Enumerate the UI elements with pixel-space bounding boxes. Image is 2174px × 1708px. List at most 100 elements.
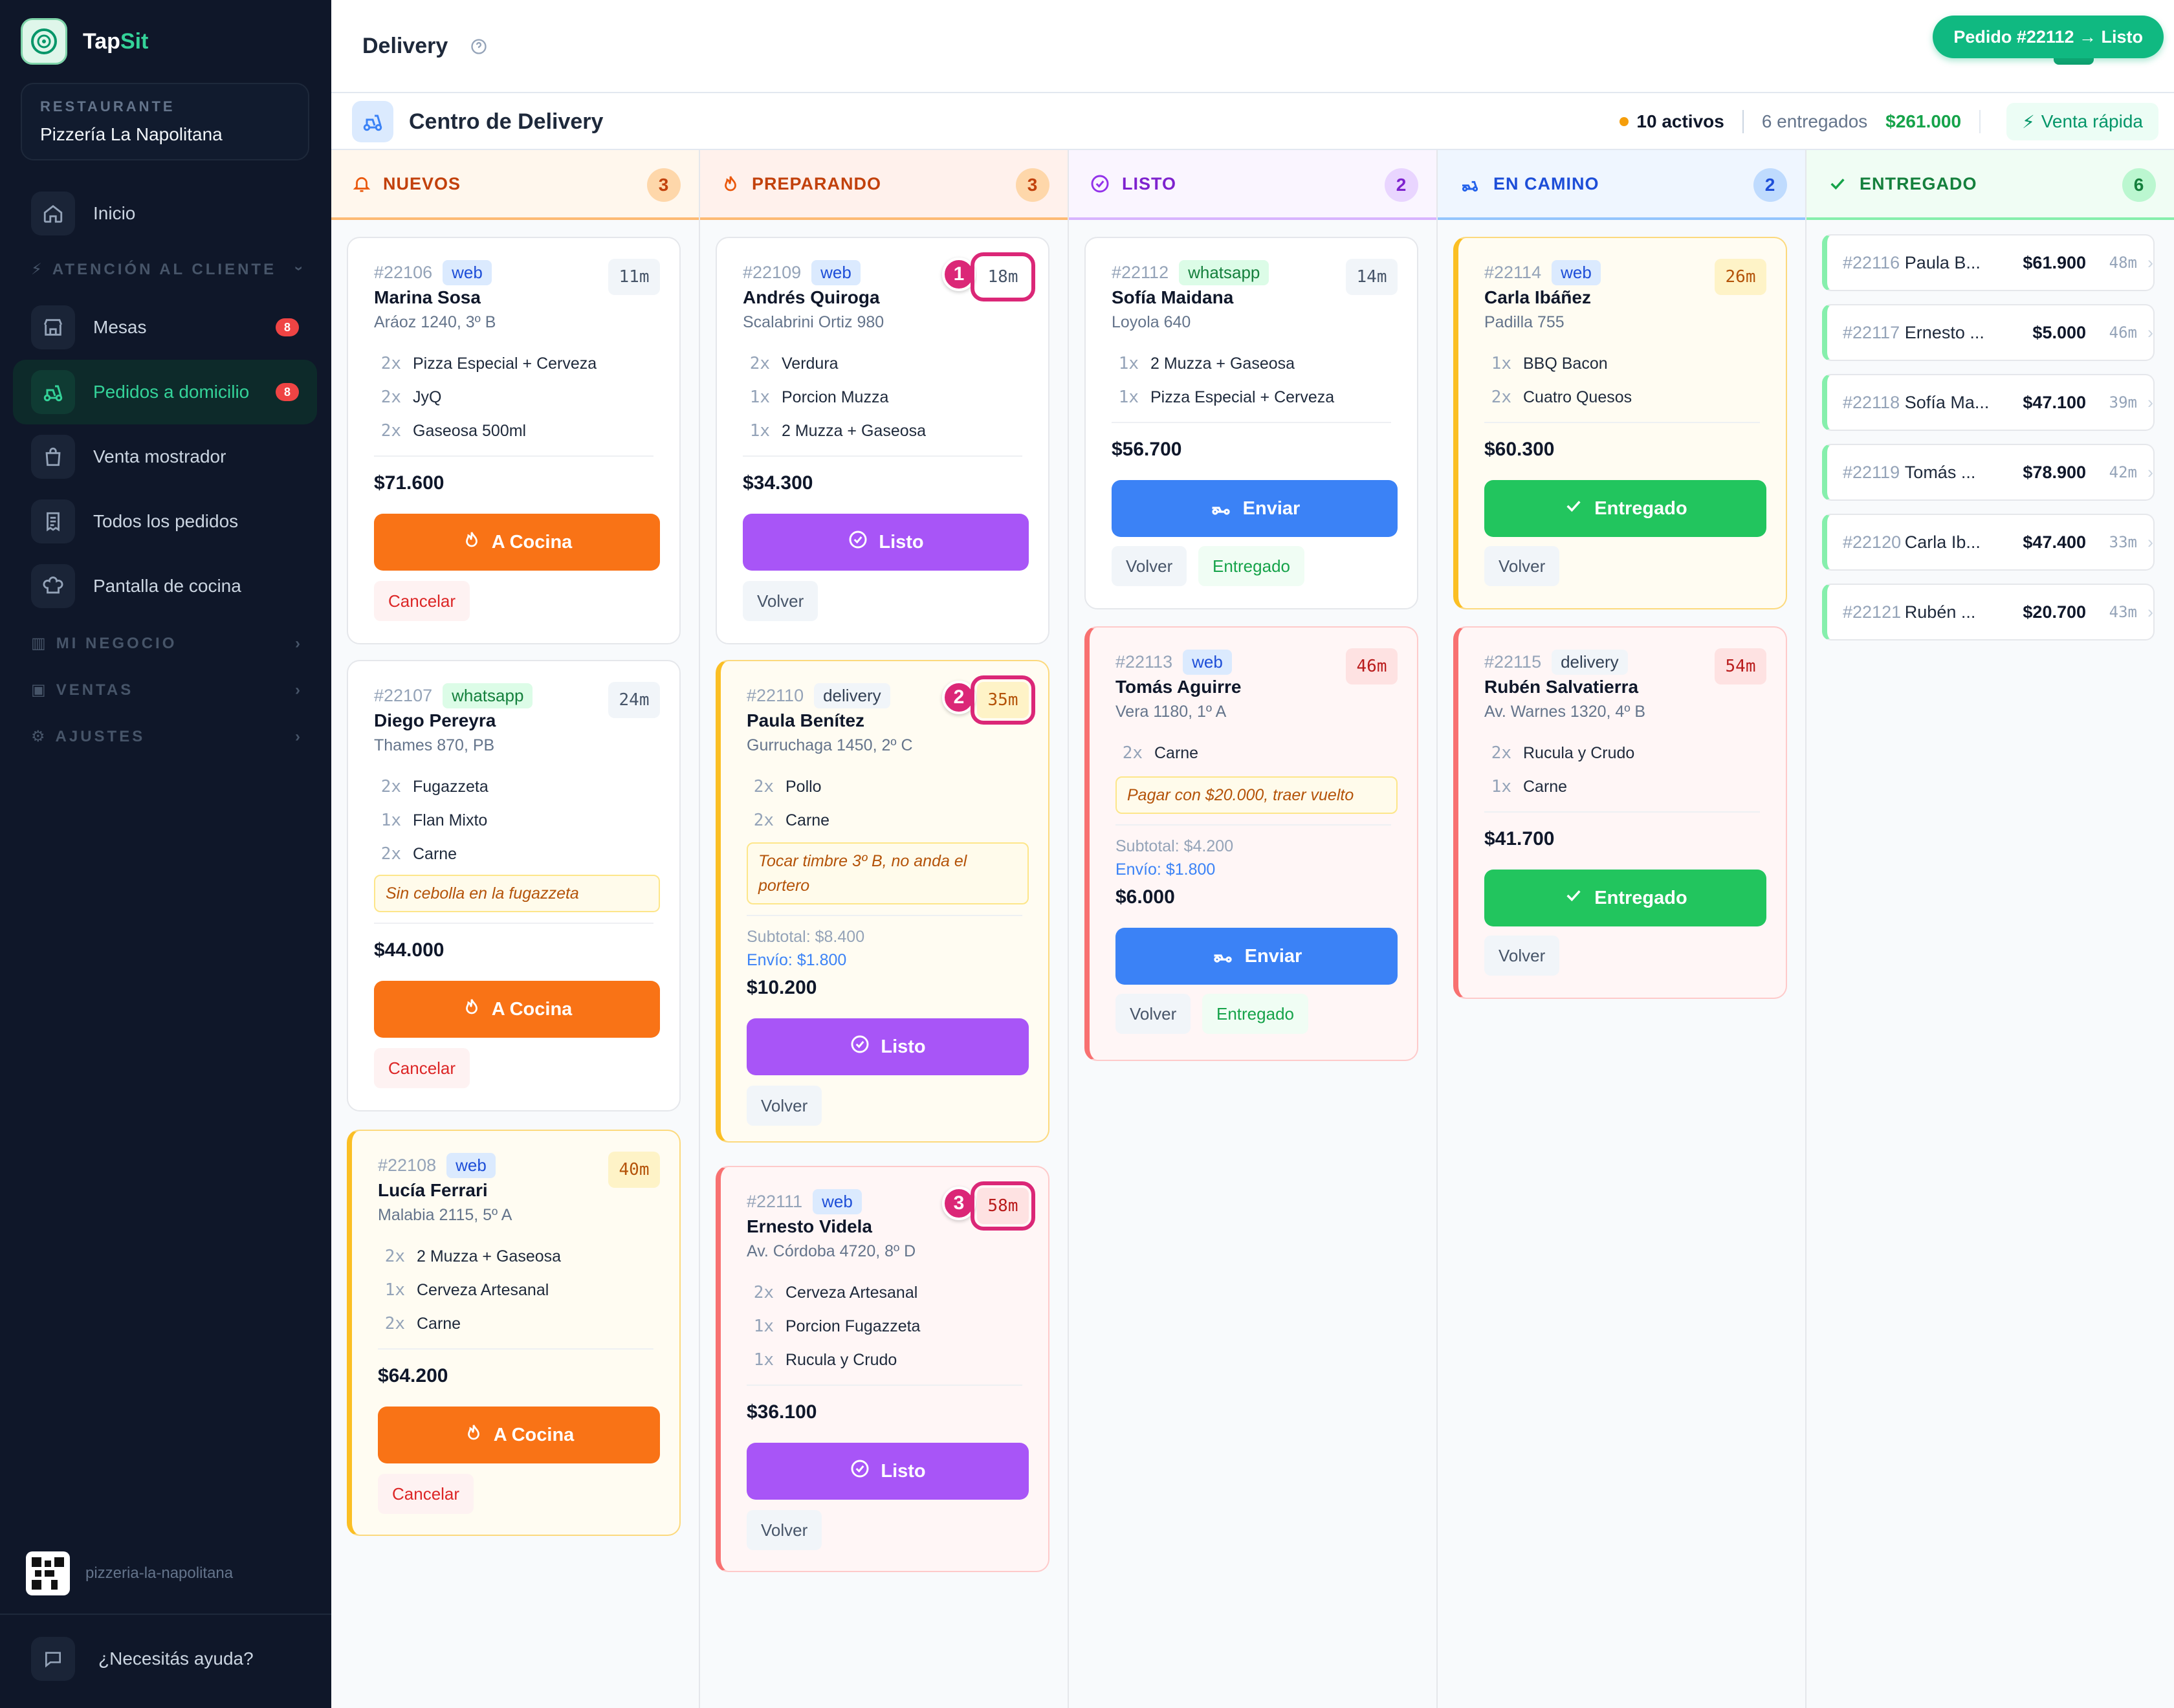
order-item: 1x Flan Mixto [374,804,653,837]
help-button[interactable]: ¿Necesitás ayuda? [31,1637,254,1681]
order-card-22115[interactable]: #22115 delivery 54m Rubén Salvatierra Av.… [1453,626,1787,999]
brand[interactable]: TapSit [21,18,148,65]
delivered-row[interactable]: #22118 Sofía Ma... $47.100 39m › [1822,374,2155,431]
elapsed-time: 26m [1715,259,1766,295]
delivered-button[interactable]: Entregado [1202,994,1308,1034]
order-card-22112[interactable]: #22112 whatsapp 14m Sofía Maidana Loyola … [1084,237,1418,609]
send-button[interactable]: Enviar [1112,480,1398,537]
section-mi-negocio[interactable]: ▥ MI NEGOCIO › [31,634,303,653]
order-item: 2x Cerveza Artesanal [747,1276,1022,1309]
elapsed-time: 18m [971,252,1035,301]
order-item: 2x Rucula y Crudo [1484,736,1760,770]
delivered-button[interactable]: Entregado [1484,870,1766,926]
to-kitchen-button[interactable]: A Cocina [374,514,660,571]
button-label: A Cocina [491,531,573,553]
order-items: 2x Fugazzeta 1x Flan Mixto 2x Carne [374,770,653,871]
cancel-button[interactable]: Cancelar [378,1474,474,1514]
item-qty: 1x [749,388,770,407]
delivered-button[interactable]: Entregado [1484,480,1766,537]
back-button[interactable]: Volver [747,1510,822,1550]
back-button[interactable]: Volver [743,581,818,621]
column-count: 2 [1385,168,1418,202]
order-id: #22117 [1843,322,1900,342]
cancel-button[interactable]: Cancelar [374,1048,470,1088]
cancel-button[interactable]: Cancelar [374,581,470,621]
delivered-row[interactable]: #22116 Paula B... $61.900 48m › [1822,234,2155,291]
customer-name: Sofía Ma... [1904,392,1990,412]
column-count: 2 [1753,168,1787,202]
back-button[interactable]: Volver [1112,546,1187,586]
column-entregado: ENTREGADO 6 #22116 Paula B... $61.900 48m › … [1806,150,2174,1708]
item-name: Carne [417,1314,461,1333]
to-kitchen-button[interactable]: A Cocina [374,981,660,1038]
nav-pedidos-domicilio[interactable]: Pedidos a domicilio 8 [13,360,317,424]
order-item: 1x Porcion Fugazzeta [747,1309,1022,1343]
order-header: #22106 web [374,260,492,285]
nav-venta-mostrador[interactable]: Venta mostrador [13,424,317,489]
active-count: 10 activos [1620,111,1724,132]
customer-address: Thames 870, PB [374,736,495,754]
order-item: 1x 2 Muzza + Gaseosa [1112,347,1391,380]
order-header: #22110 delivery [747,683,890,708]
nav-mesas[interactable]: Mesas 8 [13,295,317,360]
status-toast[interactable]: Pedido #22112 → Listo [1933,16,2164,58]
delivered-row[interactable]: #22119 Tomás ... $78.900 42m › [1822,444,2155,501]
ready-button[interactable]: Listo [747,1443,1029,1500]
section-atencion[interactable]: ⚡ ATENCIÓN AL CLIENTE › [31,260,308,279]
order-card-22107[interactable]: #22107 whatsapp 24m Diego Pereyra Thames … [347,660,681,1111]
order-header: #22109 web [743,260,861,285]
nav-inicio[interactable]: Inicio [13,181,317,246]
order-card-22111[interactable]: #22111 web 3 58m Ernesto Videla Av. Córdo… [716,1166,1049,1572]
order-card-22113[interactable]: #22113 web 46m Tomás Aguirre Vera 1180, 1… [1084,626,1418,1061]
ready-button[interactable]: Listo [743,514,1029,571]
delivered-row[interactable]: #22120 Carla Ib... $47.400 33m › [1822,514,2155,571]
quick-sale-button[interactable]: ⚡ Venta rápida [2006,103,2158,140]
help-circle-icon[interactable] [470,38,488,56]
quick-sale-label: Venta rápida [2041,111,2143,131]
order-card-22108[interactable]: #22108 web 40m Lucía Ferrari Malabia 2115… [347,1130,681,1536]
back-button[interactable]: Volver [1484,546,1560,586]
delivered-button[interactable]: Entregado [1198,546,1304,586]
back-button[interactable]: Volver [747,1086,822,1126]
delivered-row[interactable]: #22121 Rubén ... $20.700 43m › [1822,584,2155,640]
delivered-row[interactable]: #22117 Ernesto ... $5.000 46m › [1822,304,2155,361]
shipping-cost: Envío: $1.800 [747,951,847,969]
elapsed-time: 35m [971,675,1035,725]
nav-todos-pedidos[interactable]: Todos los pedidos [13,489,317,554]
ready-button[interactable]: Listo [747,1018,1029,1075]
order-total: $78.900 [2023,462,2087,482]
nav-label: Mesas [93,317,147,337]
order-card-22114[interactable]: #22114 web 26m Carla Ibáñez Padilla 755 1… [1453,237,1787,609]
order-card-22109[interactable]: #22109 web 1 18m Andrés Quiroga Scalabrin… [716,237,1049,644]
order-card-22110[interactable]: #22110 delivery 2 35m Paula Benítez Gurru… [716,660,1049,1143]
order-item: 2x Pizza Especial + Cerveza [374,347,653,380]
item-name: 2 Muzza + Gaseosa [417,1247,562,1265]
button-label: Enviar [1244,945,1302,967]
order-total: $41.700 [1484,828,1555,849]
column-count: 6 [2122,168,2156,202]
scooter-icon [1209,494,1233,523]
order-item: 2x Gaseosa 500ml [374,414,653,448]
nav-label: Inicio [93,203,136,223]
item-qty: 2x [1122,743,1143,763]
restaurant-label: RESTAURANTE [40,98,175,115]
qr-link[interactable]: pizzeria-la-napolitana [26,1551,233,1595]
button-label: Listo [881,1036,926,1057]
section-ventas[interactable]: ▣ VENTAS › [31,681,303,699]
column-nuevos: NUEVOS 3 #22106 web 11m Marina Sosa Aráoz… [331,150,700,1708]
order-items: 2x 2 Muzza + Gaseosa 1x Cerveza Artesanal … [378,1240,653,1341]
button-label: Listo [881,1460,926,1482]
back-button[interactable]: Volver [1115,994,1191,1034]
nav-pantalla-cocina[interactable]: Pantalla de cocina [13,554,317,619]
section-ajustes[interactable]: ⚙ AJUSTES › [31,727,303,746]
item-name: Cuatro Quesos [1523,388,1632,406]
order-card-22106[interactable]: #22106 web 11m Marina Sosa Aráoz 1240, 3º… [347,237,681,644]
column-title: EN CAMINO [1493,173,1599,193]
back-button[interactable]: Volver [1484,936,1560,976]
nav-label: Pedidos a domicilio [93,382,250,402]
elapsed-time: 42m [2109,463,2137,481]
to-kitchen-button[interactable]: A Cocina [378,1407,660,1463]
restaurant-selector[interactable]: RESTAURANTE Pizzería La Napolitana [21,83,309,160]
send-button[interactable]: Enviar [1115,928,1398,985]
item-qty: 2x [753,777,774,796]
